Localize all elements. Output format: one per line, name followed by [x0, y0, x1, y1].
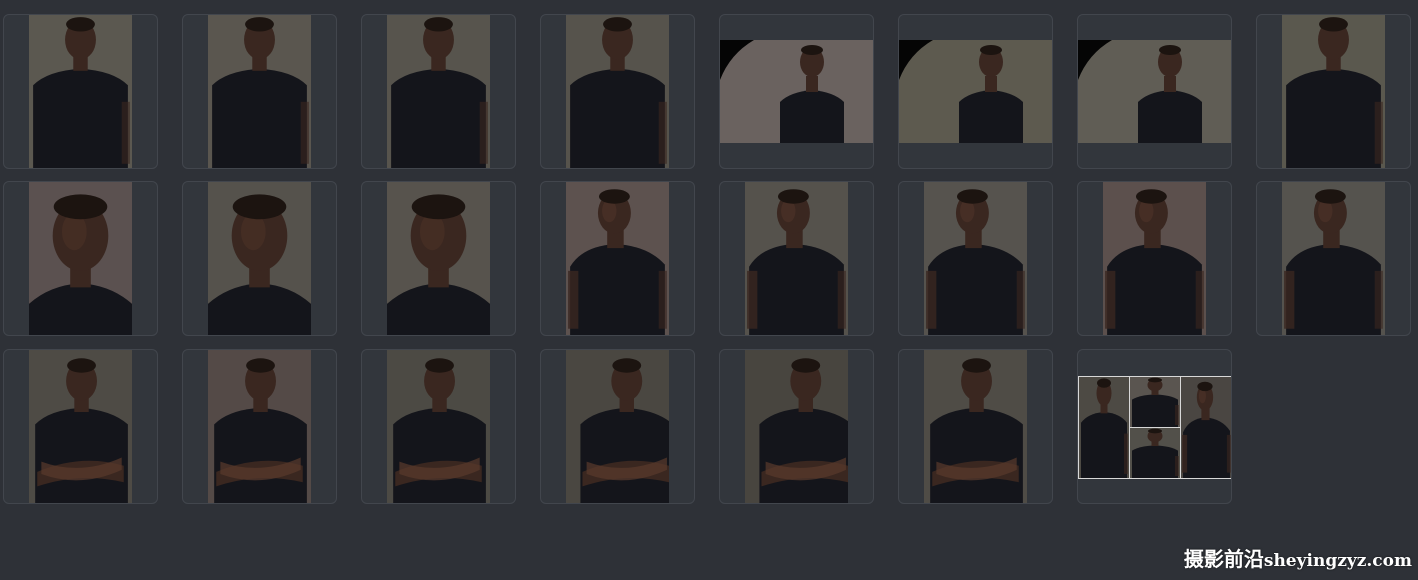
portrait-image — [208, 350, 311, 503]
photo-thumbnail[interactable] — [361, 14, 516, 169]
photo-thumbnail[interactable] — [898, 181, 1053, 336]
portrait-image — [745, 350, 848, 503]
photo-thumbnail[interactable] — [3, 181, 158, 336]
portrait-image — [29, 182, 132, 335]
portrait-image — [566, 350, 669, 503]
photo-thumbnail[interactable] — [540, 349, 695, 504]
contact-sheet-cell — [1180, 377, 1231, 478]
portrait-image — [387, 350, 490, 503]
photo-thumbnail[interactable] — [540, 181, 695, 336]
contact-sheet-cell — [1129, 427, 1181, 478]
contact-sheet-thumbnail[interactable] — [1077, 349, 1232, 504]
photo-thumbnail[interactable] — [1077, 14, 1232, 169]
portrait-image — [899, 40, 1052, 143]
portrait-image — [1282, 182, 1385, 335]
photo-thumbnail[interactable] — [3, 349, 158, 504]
portrait-image — [924, 350, 1027, 503]
portrait-image — [924, 182, 1027, 335]
site-watermark: 摄影前沿sheyingzyz.com — [1183, 547, 1412, 571]
photo-thumbnail[interactable] — [719, 181, 874, 336]
portrait-image — [566, 182, 669, 335]
portrait-image — [29, 15, 132, 168]
photo-thumbnail[interactable] — [719, 349, 874, 504]
portrait-image — [566, 15, 669, 168]
photo-grid — [0, 0, 1418, 580]
photo-thumbnail[interactable] — [182, 181, 337, 336]
photo-thumbnail[interactable] — [361, 349, 516, 504]
portrait-image — [1078, 40, 1231, 143]
photo-thumbnail[interactable] — [1256, 14, 1411, 169]
contact-sheet-cell — [1079, 377, 1130, 478]
portrait-image — [29, 350, 132, 503]
contact-sheet-cell — [1129, 377, 1181, 428]
photo-thumbnail[interactable] — [1077, 181, 1232, 336]
photo-thumbnail[interactable] — [3, 14, 158, 169]
portrait-image — [745, 182, 848, 335]
photo-thumbnail[interactable] — [182, 349, 337, 504]
portrait-image — [208, 15, 311, 168]
portrait-image — [208, 182, 311, 335]
portrait-image — [720, 40, 873, 143]
photo-thumbnail[interactable] — [898, 349, 1053, 504]
photo-thumbnail[interactable] — [540, 14, 695, 169]
portrait-image — [1282, 15, 1385, 168]
photo-thumbnail[interactable] — [182, 14, 337, 169]
photo-thumbnail[interactable] — [1256, 181, 1411, 336]
contact-sheet-image — [1078, 376, 1231, 479]
portrait-image — [387, 15, 490, 168]
portrait-image — [387, 182, 490, 335]
photo-thumbnail[interactable] — [719, 14, 874, 169]
photo-thumbnail[interactable] — [361, 181, 516, 336]
portrait-image — [1103, 182, 1206, 335]
photo-thumbnail[interactable] — [898, 14, 1053, 169]
